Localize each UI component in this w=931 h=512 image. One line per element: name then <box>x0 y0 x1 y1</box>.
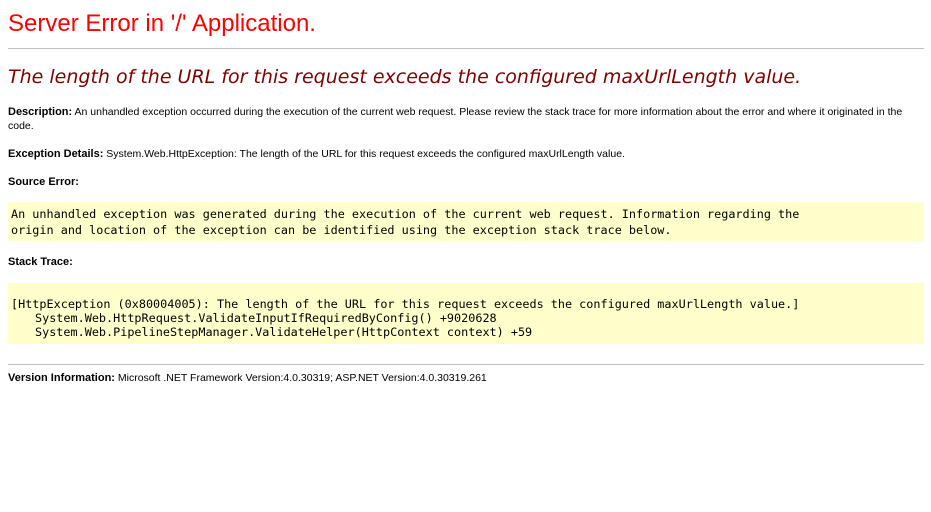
exception-details-text: System.Web.HttpException: The length of … <box>103 148 625 160</box>
error-message: The length of the URL for this request e… <box>8 66 802 88</box>
version-information-text: Microsoft .NET Framework Version:4.0.303… <box>114 372 487 384</box>
version-divider <box>8 364 924 365</box>
description: Description: An unhandled exception occu… <box>8 105 908 133</box>
version-information: Version Information: Microsoft .NET Fram… <box>8 371 908 385</box>
exception-details: Exception Details: System.Web.HttpExcept… <box>8 147 908 161</box>
error-page: Server Error in '/' Application. The len… <box>0 0 931 512</box>
description-text: An unhandled exception occurred during t… <box>8 106 903 132</box>
source-error-line: An unhandled exception was generated dur… <box>11 207 800 221</box>
stack-trace-heading: Stack Trace: <box>8 255 908 269</box>
stack-frame: System.Web.HttpRequest.ValidateInputIfRe… <box>35 311 497 325</box>
source-error-label: Source Error: <box>8 176 79 188</box>
version-information-label: Version Information: <box>8 372 115 384</box>
stack-trace-label: Stack Trace: <box>8 256 73 268</box>
source-error-heading: Source Error: <box>8 175 908 189</box>
stack-frame: System.Web.PipelineStepManager.ValidateH… <box>35 325 533 339</box>
stack-exception-line: [HttpException (0x80004005): The length … <box>11 297 800 311</box>
title-divider <box>8 48 924 49</box>
source-error-line: origin and location of the exception can… <box>11 223 672 237</box>
exception-details-label: Exception Details: <box>8 148 104 160</box>
description-label: Description: <box>8 106 73 118</box>
page-title: Server Error in '/' Application. <box>8 10 316 37</box>
source-error-box[interactable]: An unhandled exception was generated dur… <box>8 202 924 241</box>
stack-trace-box[interactable]: [HttpException (0x80004005): The length … <box>8 283 924 344</box>
